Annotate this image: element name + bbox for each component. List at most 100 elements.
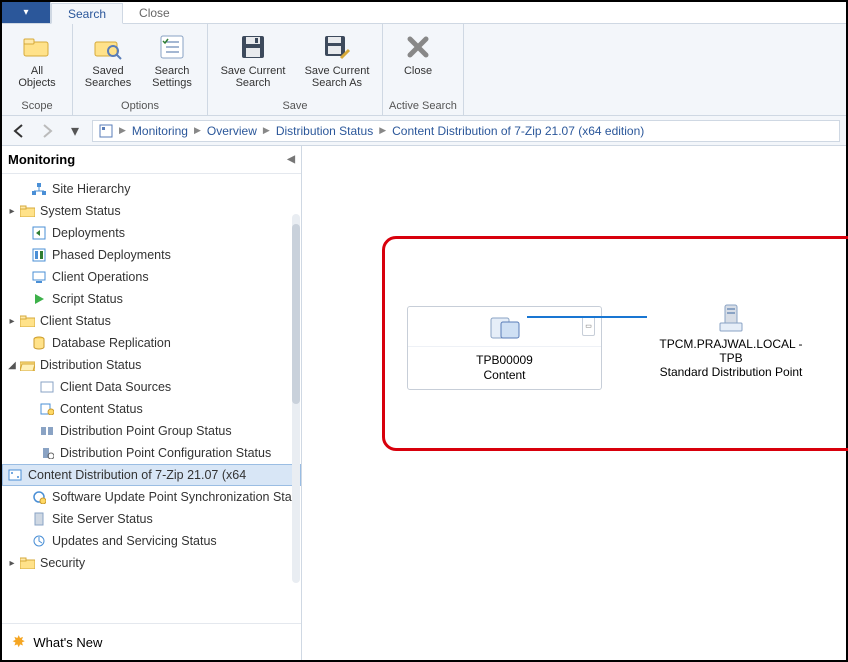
tree-node-sup-sync-status[interactable]: Software Update Point Synchronization St… <box>2 486 301 508</box>
folder-icon <box>21 31 53 63</box>
scrollbar-thumb[interactable] <box>292 224 300 404</box>
tree-label: Database Replication <box>52 336 171 350</box>
play-icon <box>30 291 48 307</box>
search-settings-label: Search Settings <box>152 65 192 89</box>
nav-forward-button[interactable] <box>36 120 58 142</box>
database-icon <box>30 335 48 351</box>
tree-label: Security <box>40 556 85 570</box>
tree-node-dp-group-status[interactable]: Distribution Point Group Status <box>2 420 301 442</box>
ribbon-group-options: Saved Searches Search Settings Options <box>73 24 208 115</box>
package-icon <box>487 312 523 342</box>
save-current-label: Save Current Search <box>221 65 286 89</box>
content-icon <box>38 401 56 417</box>
star-icon: ✸ <box>12 632 25 652</box>
breadcrumb-item[interactable]: Monitoring <box>132 124 188 138</box>
tree-node-site-hierarchy[interactable]: Site Hierarchy <box>2 178 301 200</box>
tree-node-phased-deployments[interactable]: Phased Deployments <box>2 244 301 266</box>
hierarchy-icon <box>30 181 48 197</box>
phased-icon <box>30 247 48 263</box>
collapse-icon[interactable]: ◢ <box>6 360 18 371</box>
sidebar-title-bar: Monitoring ◀ <box>2 146 301 174</box>
breadcrumb-item[interactable]: Content Distribution of 7-Zip 21.07 (x64… <box>392 124 644 138</box>
tree-label: Distribution Point Group Status <box>60 424 232 438</box>
main-split: Monitoring ◀ Site Hierarchy ▸System Stat… <box>2 146 846 660</box>
ribbon-group-scope: All Objects Scope <box>2 24 73 115</box>
sync-icon <box>30 489 48 505</box>
tree-node-security[interactable]: ▸ Security <box>2 552 301 574</box>
close-label: Close <box>404 65 432 77</box>
ribbon-group-active: Close Active Search <box>383 24 464 115</box>
tree-node-client-operations[interactable]: Client Operations <box>2 266 301 288</box>
dp-name: TPCM.PRAJWAL.LOCAL - TPB <box>647 337 815 365</box>
all-objects-label: All Objects <box>18 65 55 89</box>
nav-history-dropdown[interactable]: ▾ <box>64 120 86 142</box>
tree-label: Software Update Point Synchronization St… <box>52 490 292 504</box>
tree-label: Content Status <box>60 402 143 416</box>
expand-icon[interactable]: ▸ <box>6 558 18 569</box>
tab-close[interactable]: Close <box>123 2 186 23</box>
update-icon <box>30 533 48 549</box>
tree-node-client-data-sources[interactable]: Client Data Sources <box>2 376 301 398</box>
expand-node-button[interactable]: ▭ <box>582 316 595 336</box>
diagram-dp-node[interactable]: TPCM.PRAJWAL.LOCAL - TPB Standard Distri… <box>647 301 815 379</box>
dp-group-icon <box>38 423 56 439</box>
app-menu-chip[interactable]: ▾ <box>2 2 51 23</box>
tree-node-content-distribution-7zip[interactable]: Content Distribution of 7-Zip 21.07 (x64 <box>2 464 301 486</box>
nav-tree: Site Hierarchy ▸System Status Deployment… <box>2 174 301 623</box>
tree-label: Site Hierarchy <box>52 182 131 196</box>
tree-node-site-server-status[interactable]: Site Server Status <box>2 508 301 530</box>
tree-node-system-status[interactable]: ▸System Status <box>2 200 301 222</box>
whats-new-button[interactable]: ✸ What's New <box>2 623 301 660</box>
tab-search[interactable]: Search <box>51 3 123 24</box>
saved-searches-button[interactable]: Saved Searches <box>79 26 137 98</box>
group-label-active: Active Search <box>389 98 457 115</box>
expand-icon[interactable]: ▸ <box>6 206 18 217</box>
sidebar: Monitoring ◀ Site Hierarchy ▸System Stat… <box>2 146 302 660</box>
breadcrumb[interactable]: ▶ Monitoring ▶ Overview ▶ Distribution S… <box>92 120 840 142</box>
tree-label: Distribution Status <box>40 358 141 372</box>
tree-node-deployments[interactable]: Deployments <box>2 222 301 244</box>
tree-label: Client Operations <box>52 270 149 284</box>
nav-back-button[interactable] <box>8 120 30 142</box>
client-ops-icon <box>30 269 48 285</box>
server-icon <box>717 303 745 335</box>
save-current-search-as-button[interactable]: Save Current Search As <box>298 26 376 98</box>
tree-label: Distribution Point Configuration Status <box>60 446 271 460</box>
tree-label: Phased Deployments <box>52 248 171 262</box>
tree-node-content-status[interactable]: Content Status <box>2 398 301 420</box>
tree-node-script-status[interactable]: Script Status <box>2 288 301 310</box>
save-current-search-button[interactable]: Save Current Search <box>214 26 292 98</box>
dp-role: Standard Distribution Point <box>647 365 815 379</box>
scrollbar-track[interactable] <box>292 214 300 583</box>
tree-node-distribution-status[interactable]: ◢ Distribution Status <box>2 354 301 376</box>
tree-node-dp-config-status[interactable]: Distribution Point Configuration Status <box>2 442 301 464</box>
folder-open-icon <box>18 357 36 373</box>
tree-node-updates-servicing[interactable]: Updates and Servicing Status <box>2 530 301 552</box>
tree-node-database-replication[interactable]: Database Replication <box>2 332 301 354</box>
whats-new-label: What's New <box>33 635 102 650</box>
close-search-button[interactable]: Close <box>389 26 447 98</box>
chevron-down-icon: ▾ <box>23 7 28 18</box>
deployments-icon <box>30 225 48 241</box>
search-settings-button[interactable]: Search Settings <box>143 26 201 98</box>
data-icon <box>38 379 56 395</box>
dp-config-icon <box>38 445 56 461</box>
folder-icon <box>18 203 36 219</box>
collapse-sidebar-icon[interactable]: ◀ <box>287 154 295 165</box>
tree-node-client-status[interactable]: ▸Client Status <box>2 310 301 332</box>
all-objects-button[interactable]: All Objects <box>8 26 66 98</box>
folder-search-icon <box>92 31 124 63</box>
checklist-icon <box>156 31 188 63</box>
group-label-options: Options <box>79 98 201 115</box>
breadcrumb-item[interactable]: Distribution Status <box>276 124 373 138</box>
tree-label: Updates and Servicing Status <box>52 534 217 548</box>
ribbon-tabstrip: ▾ Search Close <box>2 2 846 24</box>
chevron-right-icon: ▶ <box>377 125 388 136</box>
folder-icon <box>18 555 36 571</box>
save-current-as-label: Save Current Search As <box>305 65 370 89</box>
expand-icon[interactable]: ▸ <box>6 316 18 327</box>
group-label-scope: Scope <box>8 98 66 115</box>
diagram-content-node[interactable]: ▭ TPB00009 Content <box>407 306 602 390</box>
breadcrumb-item[interactable]: Overview <box>207 124 257 138</box>
tree-label: Deployments <box>52 226 125 240</box>
